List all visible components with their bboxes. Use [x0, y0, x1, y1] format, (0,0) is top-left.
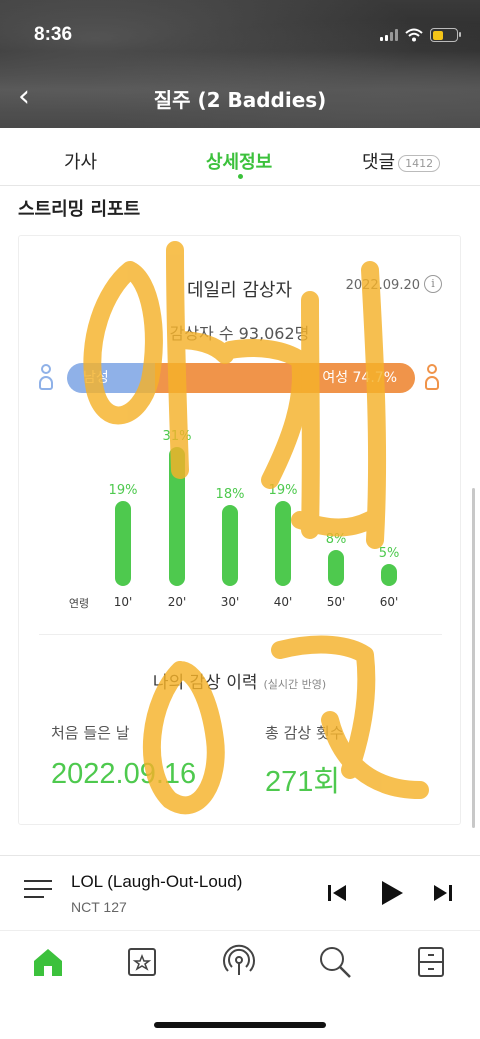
age-bar: [222, 505, 238, 586]
status-time: 8:36: [34, 24, 73, 45]
age-bar-percent: 18%: [215, 487, 245, 502]
age-bar: [275, 500, 291, 586]
age-bar-percent: 5%: [378, 545, 400, 561]
storage-icon[interactable]: [413, 944, 449, 980]
first-listen-label: 처음 들은 날: [51, 724, 130, 742]
age-bar: [381, 563, 397, 586]
play-icon[interactable]: [376, 878, 406, 908]
first-listen-value: 2022.09.16: [51, 758, 197, 790]
tab-lyrics[interactable]: 가사: [64, 148, 97, 174]
age-bar: [328, 550, 344, 586]
header: 8:36 ‹ 질주 (2 Baddies): [0, 0, 480, 128]
battery-icon: [430, 28, 461, 42]
age-bar-percent: 19%: [268, 482, 298, 498]
search-icon[interactable]: [317, 944, 353, 980]
age-category-label: 10': [113, 595, 133, 609]
song-title: LOL (Laugh-Out-Loud): [71, 872, 243, 891]
total-plays-value: 271회: [265, 766, 341, 798]
home-icon[interactable]: [30, 944, 66, 980]
age-bar: [115, 500, 131, 586]
history-subtitle: (실시간 반영): [263, 678, 327, 691]
next-icon[interactable]: [428, 878, 458, 908]
age-bar-percent: 19%: [108, 482, 138, 498]
age-category-label: 40': [273, 595, 293, 609]
age-category-label: 20': [167, 595, 187, 609]
previous-icon[interactable]: [322, 878, 352, 908]
library-icon[interactable]: [124, 944, 160, 980]
signal-icon: [380, 29, 398, 41]
wifi-icon: [405, 28, 423, 42]
home-indicator: [154, 1022, 326, 1028]
page-title: 질주 (2 Baddies): [153, 88, 327, 112]
age-bar-percent: 8%: [325, 532, 347, 547]
divider: [39, 634, 442, 635]
podcast-icon[interactable]: [221, 944, 257, 980]
listening-history-title: 나의 감상 이력 (실시간 반영): [19, 668, 460, 693]
playlist-icon[interactable]: [24, 880, 52, 904]
active-tab-indicator: [238, 174, 243, 179]
comment-count-badge: 1412: [398, 154, 441, 172]
section-title: 스트리밍 리포트: [18, 199, 141, 220]
age-category-label: 60': [379, 595, 399, 609]
age-bar: [169, 446, 185, 586]
scrollbar[interactable]: [472, 488, 475, 828]
total-plays-label: 총 감상 횟수: [265, 724, 344, 742]
streaming-report-card: 데일리 감상자 2022.09.20 i 감상자 수 93,062명 남성 25…: [18, 235, 461, 825]
artist-name: NCT 127: [71, 899, 127, 915]
status-icons: [380, 28, 461, 42]
age-axis-label: 연령: [68, 597, 90, 610]
age-bar-percent: 31%: [162, 428, 192, 444]
history-title-text: 나의 감상 이력: [152, 673, 258, 693]
status-bar: 8:36: [0, 20, 480, 50]
age-category-label: 50': [326, 595, 346, 609]
tab-comments-label: 댓글: [362, 152, 396, 173]
tab-comments[interactable]: 댓글 1412: [362, 148, 441, 174]
mini-player[interactable]: LOL (Laugh-Out-Loud) NCT 127: [0, 855, 480, 931]
tab-bar: 가사 상세정보 댓글 1412: [0, 128, 480, 186]
age-category-label: 30': [220, 595, 240, 609]
tab-details[interactable]: 상세정보: [206, 148, 272, 174]
